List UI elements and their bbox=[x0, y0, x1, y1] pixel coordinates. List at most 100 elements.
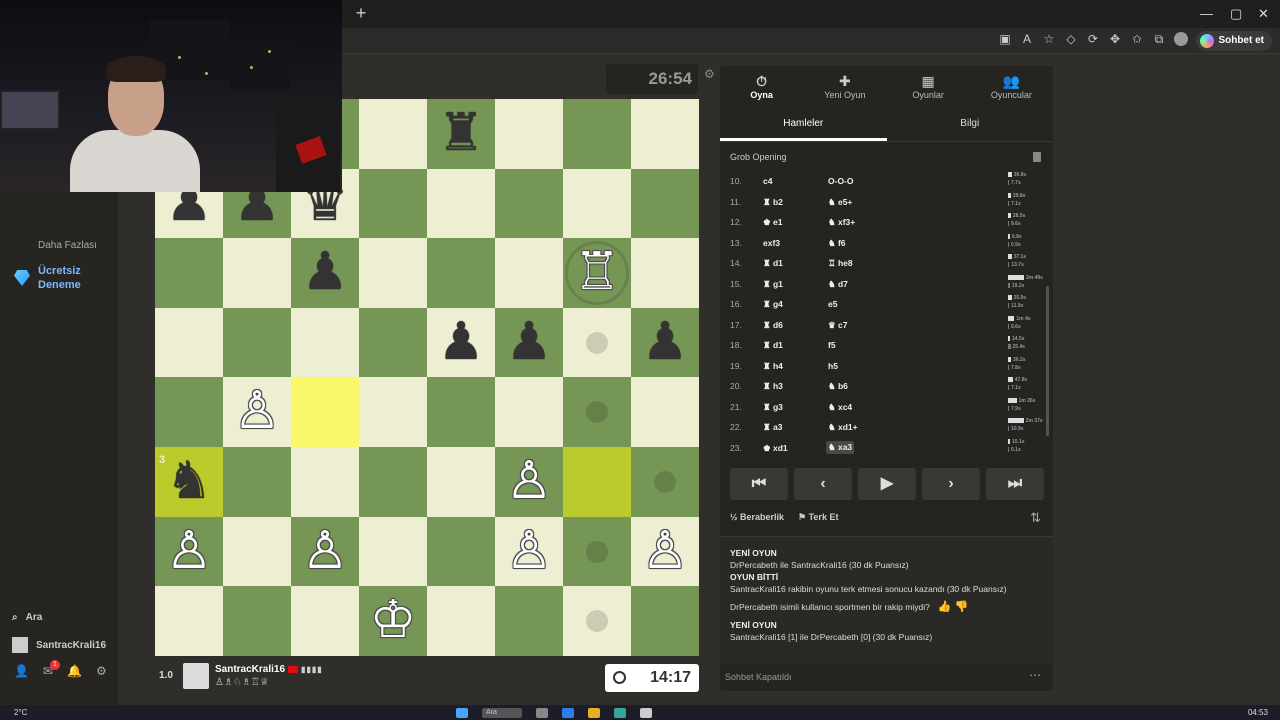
square-a5[interactable] bbox=[155, 307, 223, 378]
square-d8[interactable] bbox=[359, 99, 427, 169]
favorite-icon[interactable]: ☆ bbox=[1042, 32, 1056, 46]
square-h4[interactable] bbox=[631, 377, 699, 448]
book-icon[interactable] bbox=[1033, 152, 1041, 162]
white-move[interactable]: c4 bbox=[763, 176, 772, 186]
black-move[interactable]: ♞ xd1+ bbox=[828, 422, 858, 433]
white-move[interactable]: ♚ e1 bbox=[763, 217, 782, 228]
read-aloud-icon[interactable]: A bbox=[1020, 32, 1034, 46]
black-rook[interactable]: ♜ bbox=[427, 99, 495, 167]
windows-icon[interactable] bbox=[456, 708, 468, 718]
square-a4[interactable] bbox=[155, 377, 223, 448]
white-move[interactable]: ♜ a3 bbox=[763, 422, 782, 433]
square-d7[interactable] bbox=[359, 168, 427, 239]
player-name[interactable]: SantracKrali16 ▮▮▮▮ bbox=[215, 664, 323, 675]
square-g8[interactable] bbox=[563, 99, 631, 169]
black-move[interactable]: ♛ c7 bbox=[828, 320, 847, 331]
tab-play[interactable]: ⏱ Oyna bbox=[720, 66, 803, 106]
square-c5[interactable] bbox=[291, 307, 359, 378]
gear-icon[interactable]: ⚙ bbox=[704, 68, 716, 80]
close-icon[interactable]: ✕ bbox=[1258, 6, 1269, 22]
weather-widget[interactable]: 2°C bbox=[14, 708, 27, 717]
tab-new-game[interactable]: ✚ Yeni Oyun bbox=[803, 66, 886, 106]
friends-icon[interactable]: 👤 bbox=[14, 664, 29, 678]
square-c4[interactable] bbox=[291, 377, 359, 448]
shield-icon[interactable]: ◇ bbox=[1064, 32, 1078, 46]
black-move[interactable]: ♖ he8 bbox=[828, 258, 853, 269]
square-g3[interactable] bbox=[563, 447, 631, 517]
collections-icon[interactable]: ⧉ bbox=[1152, 32, 1166, 46]
last-move-button[interactable]: ⏭ bbox=[986, 468, 1044, 500]
square-a6[interactable] bbox=[155, 238, 223, 309]
app-icon[interactable] bbox=[640, 708, 652, 718]
square-h8[interactable] bbox=[631, 99, 699, 169]
square-e6[interactable] bbox=[427, 238, 495, 309]
white-move[interactable]: ♜ h3 bbox=[763, 381, 783, 392]
black-move[interactable]: e5 bbox=[828, 299, 837, 309]
white-move[interactable]: ♜ d1 bbox=[763, 258, 783, 269]
profile-avatar[interactable] bbox=[1174, 32, 1188, 46]
square-e2[interactable] bbox=[427, 516, 495, 587]
white-pawn[interactable]: ♙ bbox=[495, 447, 563, 515]
black-pawn[interactable]: ♟ bbox=[631, 308, 699, 376]
white-move[interactable]: ♜ g3 bbox=[763, 402, 783, 413]
white-pawn[interactable]: ♙ bbox=[631, 517, 699, 585]
tab-moves[interactable]: Hamleler bbox=[720, 110, 887, 141]
free-trial-link[interactable]: Ücretsiz Deneme bbox=[38, 264, 108, 292]
black-move[interactable]: f5 bbox=[828, 340, 836, 350]
tab-games[interactable]: ▦ Oyunlar bbox=[887, 66, 970, 106]
black-move[interactable]: ♞ xa3 bbox=[826, 440, 855, 454]
first-move-button[interactable]: ⏮ bbox=[730, 468, 788, 500]
white-move[interactable]: ♜ d6 bbox=[763, 320, 783, 331]
square-f6[interactable] bbox=[495, 238, 563, 309]
flip-board-icon[interactable]: ⇅ bbox=[1030, 510, 1041, 526]
new-tab-button[interactable]: + bbox=[352, 4, 370, 22]
square-e4[interactable] bbox=[427, 377, 495, 448]
prev-move-button[interactable]: ‹ bbox=[794, 468, 852, 500]
white-move[interactable]: ♜ b2 bbox=[763, 197, 783, 208]
next-move-button[interactable]: › bbox=[922, 468, 980, 500]
black-pawn[interactable]: ♟ bbox=[291, 238, 359, 306]
square-d3[interactable] bbox=[359, 447, 427, 517]
black-move[interactable]: ♞ e5+ bbox=[828, 197, 852, 208]
bell-icon[interactable]: 🔔 bbox=[67, 664, 82, 678]
square-c3[interactable] bbox=[291, 447, 359, 517]
square-f8[interactable] bbox=[495, 99, 563, 169]
square-d2[interactable] bbox=[359, 516, 427, 587]
taskbar-search[interactable]: Ara bbox=[482, 708, 522, 718]
square-b3[interactable] bbox=[223, 447, 291, 517]
sidebar-search[interactable]: ⌕ Ara bbox=[12, 612, 42, 623]
white-move[interactable]: ♜ h4 bbox=[763, 361, 783, 372]
app-icon[interactable]: ▣ bbox=[998, 32, 1012, 46]
maximize-icon[interactable]: ▢ bbox=[1230, 6, 1242, 22]
black-move[interactable]: ♞ xc4 bbox=[828, 402, 852, 413]
favorites-icon[interactable]: ✩ bbox=[1130, 32, 1144, 46]
app-icon[interactable] bbox=[614, 708, 626, 718]
square-b6[interactable] bbox=[223, 238, 291, 309]
square-d5[interactable] bbox=[359, 307, 427, 378]
white-move[interactable]: exf3 bbox=[763, 238, 780, 248]
square-f4[interactable] bbox=[495, 377, 563, 448]
thumbs-down-icon[interactable]: 👎 bbox=[955, 601, 969, 613]
move-hint[interactable] bbox=[586, 540, 608, 563]
black-pawn[interactable]: ♟ bbox=[427, 308, 495, 376]
black-move[interactable]: ♞ b6 bbox=[828, 381, 848, 392]
black-move[interactable]: ♞ xf3+ bbox=[828, 217, 855, 228]
play-button[interactable]: ▶ bbox=[858, 468, 916, 500]
settings-icon[interactable]: ⚙ bbox=[96, 664, 107, 678]
black-knight[interactable]: ♞ bbox=[155, 447, 223, 515]
square-g7[interactable] bbox=[563, 168, 631, 239]
move-list-scrollbar[interactable] bbox=[1046, 286, 1049, 436]
white-king[interactable]: ♔ bbox=[359, 586, 427, 654]
folder-icon[interactable] bbox=[588, 708, 600, 718]
square-e7[interactable] bbox=[427, 168, 495, 239]
app-icon[interactable] bbox=[536, 708, 548, 718]
black-move[interactable]: ♞ d7 bbox=[828, 279, 848, 290]
white-move[interactable]: ♜ g4 bbox=[763, 299, 783, 310]
move-hint[interactable] bbox=[586, 331, 608, 354]
copilot-button[interactable]: Sohbet et bbox=[1196, 31, 1272, 51]
white-move[interactable]: ♜ d1 bbox=[763, 340, 783, 351]
white-pawn[interactable]: ♙ bbox=[495, 517, 563, 585]
square-d6[interactable] bbox=[359, 238, 427, 309]
resign-button[interactable]: ⚑ Terk Et bbox=[798, 512, 838, 523]
white-pawn[interactable]: ♙ bbox=[291, 517, 359, 585]
